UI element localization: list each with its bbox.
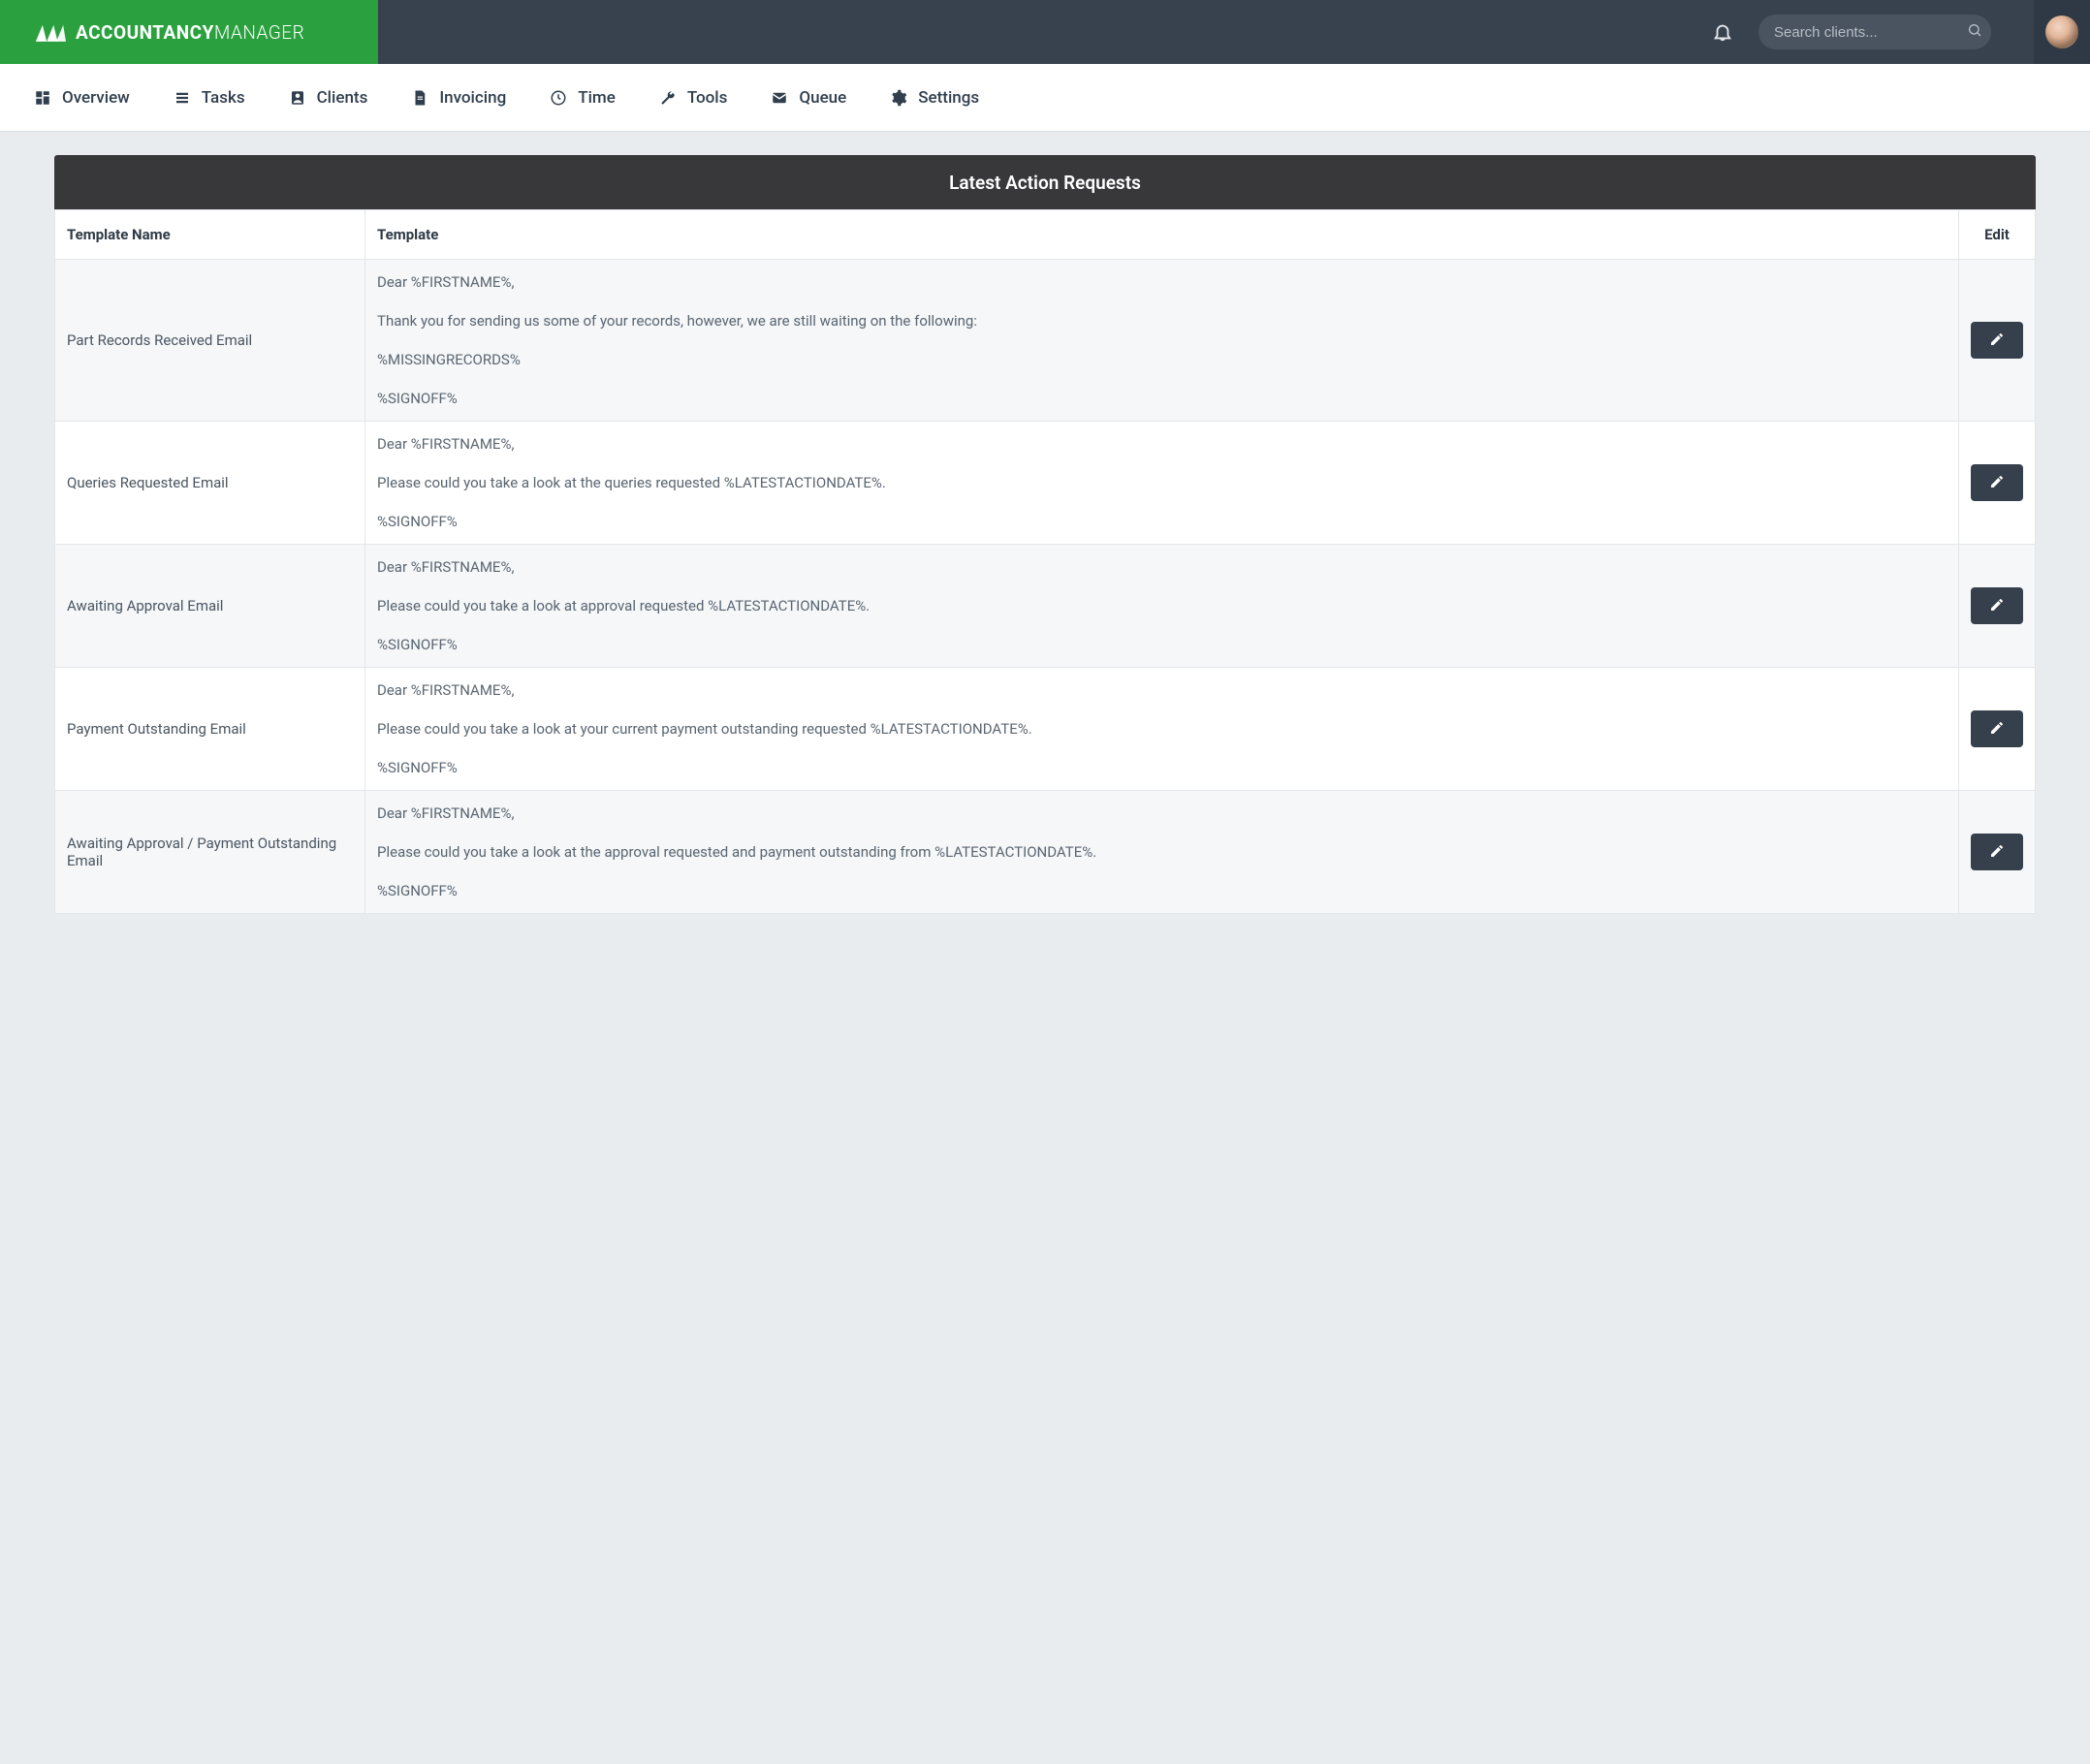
- table-row: Awaiting Approval EmailDear %FIRSTNAME%,…: [55, 545, 2036, 668]
- table-row: Payment Outstanding EmailDear %FIRSTNAME…: [55, 668, 2036, 791]
- template-name-cell: Queries Requested Email: [55, 422, 365, 545]
- main-nav: Overview Tasks Clients Invoicing Time To…: [0, 64, 2090, 132]
- edit-cell: [1959, 668, 2036, 791]
- nav-invoicing[interactable]: Invoicing: [410, 88, 506, 108]
- dashboard-icon: [33, 88, 52, 108]
- nav-overview[interactable]: Overview: [33, 88, 130, 108]
- nav-time[interactable]: Time: [549, 88, 616, 108]
- document-icon: [410, 88, 429, 108]
- brand-name-bold: ACCOUNTANCY: [76, 21, 214, 44]
- mail-icon: [770, 88, 789, 108]
- template-body-line: Dear %FIRSTNAME%,: [377, 804, 1947, 822]
- template-name-cell: Awaiting Approval Email: [55, 545, 365, 668]
- edit-button[interactable]: [1971, 710, 2023, 747]
- edit-button[interactable]: [1971, 464, 2023, 501]
- template-body-cell: Dear %FIRSTNAME%, Please could you take a…: [365, 422, 1959, 545]
- pencil-icon: [1989, 720, 2005, 739]
- template-name-cell: Awaiting Approval / Payment Outstanding …: [55, 791, 365, 914]
- nav-label: Time: [578, 88, 616, 108]
- clock-icon: [549, 88, 568, 108]
- nav-tools[interactable]: Tools: [658, 88, 728, 108]
- edit-button[interactable]: [1971, 322, 2023, 359]
- template-body-line: Please could you take a look at the quer…: [377, 474, 1947, 491]
- avatar-menu[interactable]: [2034, 0, 2090, 64]
- edit-cell: [1959, 791, 2036, 914]
- template-body-line: %MISSINGRECORDS%: [377, 351, 1947, 368]
- list-icon: [173, 88, 192, 108]
- template-body-line: Thank you for sending us some of your re…: [377, 312, 1947, 330]
- table-row: Queries Requested EmailDear %FIRSTNAME%,…: [55, 422, 2036, 545]
- template-body-line: Dear %FIRSTNAME%,: [377, 435, 1947, 453]
- template-body-line: %SIGNOFF%: [377, 636, 1947, 653]
- nav-tasks[interactable]: Tasks: [173, 88, 245, 108]
- template-body-line: %SIGNOFF%: [377, 882, 1947, 899]
- templates-table: Template Name Template Edit Part Records…: [54, 209, 2036, 914]
- nav-label: Tools: [687, 88, 728, 108]
- nav-settings[interactable]: Settings: [889, 88, 979, 108]
- nav-label: Clients: [317, 88, 368, 108]
- nav-label: Tasks: [202, 88, 245, 108]
- pencil-icon: [1989, 597, 2005, 615]
- search-icon: [1967, 22, 1982, 42]
- gear-icon: [889, 88, 908, 108]
- template-body-cell: Dear %FIRSTNAME%, Thank you for sending u…: [365, 260, 1959, 422]
- pencil-icon: [1989, 843, 2005, 862]
- template-body-line: %SIGNOFF%: [377, 513, 1947, 530]
- nav-clients[interactable]: Clients: [288, 88, 368, 108]
- brand-area: ACCOUNTANCYMANAGER: [0, 0, 378, 64]
- table-row: Part Records Received EmailDear %FIRSTNA…: [55, 260, 2036, 422]
- pencil-icon: [1989, 331, 2005, 350]
- brand-name-light: MANAGER: [214, 21, 304, 44]
- nav-label: Settings: [918, 88, 979, 108]
- nav-label: Queue: [799, 88, 846, 108]
- table-row: Awaiting Approval / Payment Outstanding …: [55, 791, 2036, 914]
- edit-button[interactable]: [1971, 834, 2023, 870]
- col-header-edit: Edit: [1959, 210, 2036, 260]
- topbar-right: [1708, 0, 2090, 64]
- template-body-cell: Dear %FIRSTNAME%, Please could you take a…: [365, 791, 1959, 914]
- template-body-cell: Dear %FIRSTNAME%, Please could you take a…: [365, 668, 1959, 791]
- template-body-line: Please could you take a look at the appr…: [377, 843, 1947, 861]
- panel-title: Latest Action Requests: [54, 155, 2036, 209]
- template-body-line: Dear %FIRSTNAME%,: [377, 681, 1947, 699]
- template-body-cell: Dear %FIRSTNAME%, Please could you take a…: [365, 545, 1959, 668]
- brand-name: ACCOUNTANCYMANAGER: [76, 21, 304, 44]
- col-header-name: Template Name: [55, 210, 365, 260]
- template-body-line: %SIGNOFF%: [377, 390, 1947, 407]
- nav-label: Invoicing: [439, 88, 506, 108]
- edit-cell: [1959, 260, 2036, 422]
- nav-queue[interactable]: Queue: [770, 88, 846, 108]
- content-area: Latest Action Requests Template Name Tem…: [0, 132, 2090, 914]
- brand-logo[interactable]: ACCOUNTANCYMANAGER: [33, 20, 304, 44]
- search-box[interactable]: [1758, 15, 1991, 49]
- edit-cell: [1959, 422, 2036, 545]
- template-body-line: Dear %FIRSTNAME%,: [377, 558, 1947, 576]
- template-body-line: Dear %FIRSTNAME%,: [377, 273, 1947, 291]
- template-name-cell: Part Records Received Email: [55, 260, 365, 422]
- pencil-icon: [1989, 474, 2005, 492]
- template-body-line: Please could you take a look at your cur…: [377, 720, 1947, 738]
- edit-cell: [1959, 545, 2036, 668]
- avatar: [2045, 16, 2078, 48]
- user-icon: [288, 88, 307, 108]
- template-body-line: %SIGNOFF%: [377, 759, 1947, 776]
- search-input[interactable]: [1774, 24, 1967, 41]
- edit-button[interactable]: [1971, 587, 2023, 624]
- nav-label: Overview: [62, 88, 130, 108]
- topbar-spacer: [378, 0, 1708, 64]
- template-name-cell: Payment Outstanding Email: [55, 668, 365, 791]
- topbar: ACCOUNTANCYMANAGER: [0, 0, 2090, 64]
- notifications-bell-icon[interactable]: [1708, 17, 1737, 47]
- wrench-icon: [658, 88, 678, 108]
- col-header-template: Template: [365, 210, 1959, 260]
- brand-mark-icon: [33, 20, 66, 44]
- template-body-line: Please could you take a look at approval…: [377, 597, 1947, 614]
